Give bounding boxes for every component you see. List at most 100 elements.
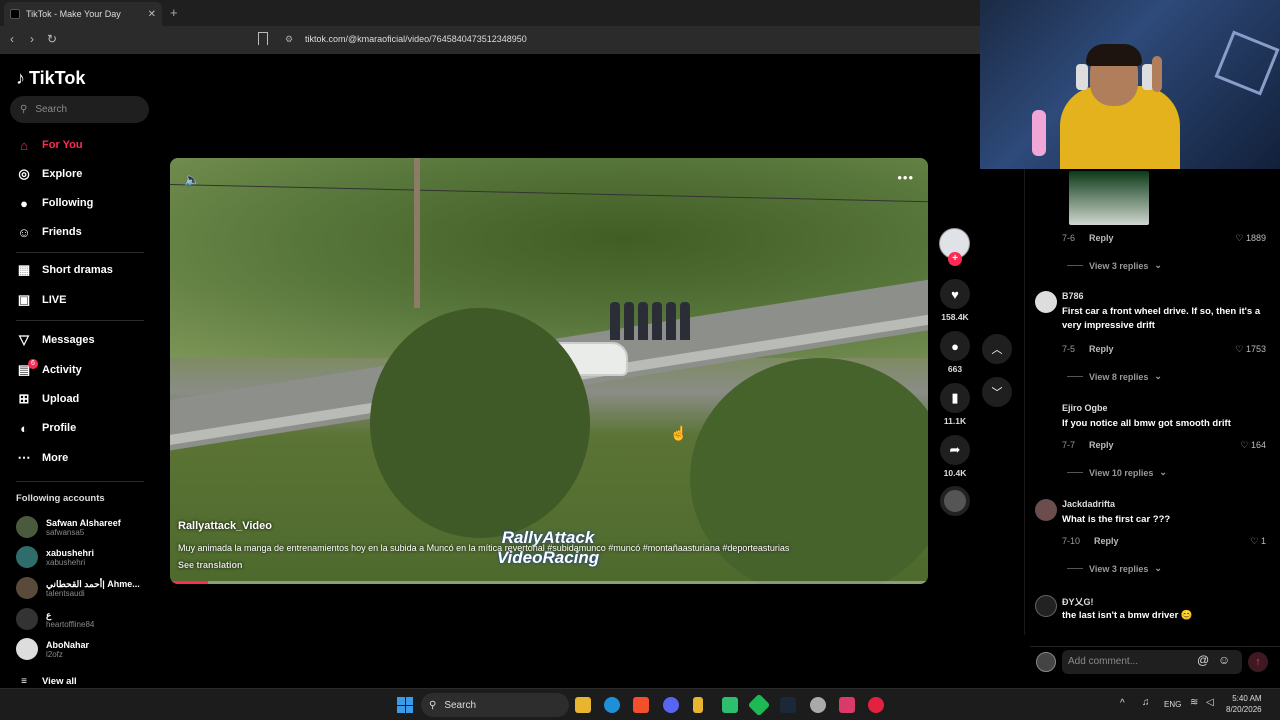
nav-friends[interactable]: ☺ Friends (16, 222, 81, 242)
avatar[interactable] (1035, 291, 1057, 313)
my-avatar (1036, 652, 1056, 672)
more-options-icon[interactable]: ••• (897, 170, 914, 185)
divider (1067, 472, 1083, 473)
nav-following[interactable]: ● Following (16, 193, 93, 213)
emoji-icon[interactable]: ☺ (1218, 653, 1230, 667)
next-video-button[interactable]: ﹀ (982, 377, 1012, 407)
language-indicator[interactable]: ENG (1164, 700, 1181, 709)
like-button[interactable]: ♥ 158.4K (939, 279, 971, 322)
account-item[interactable]: AboNahar l2ofz (16, 638, 89, 660)
save-button[interactable]: ▮ 11.1K (939, 383, 971, 426)
account-item[interactable]: xabushehri xabushehri (16, 546, 94, 568)
file-explorer-icon[interactable] (575, 697, 591, 713)
reply-button[interactable]: Reply (1094, 536, 1119, 546)
comment-like-count: 164 (1250, 440, 1266, 450)
view-replies-button[interactable]: View 10 replies ⌄ (1067, 467, 1167, 478)
avatar[interactable] (1035, 595, 1057, 617)
view-replies-button[interactable]: View 3 replies ⌄ (1067, 260, 1162, 271)
obs-icon[interactable] (810, 697, 826, 713)
back-icon[interactable]: ‹ (4, 32, 20, 46)
forward-icon[interactable]: › (24, 32, 40, 46)
volume-icon[interactable]: 🔈 (184, 172, 200, 188)
app-icon[interactable] (722, 697, 738, 713)
site-info-icon[interactable]: ⚙ (285, 34, 293, 45)
chevron-down-icon: ⌄ (1154, 563, 1162, 573)
nav-upload[interactable]: ⊞ Upload (16, 389, 80, 409)
view-replies-button[interactable]: View 3 replies ⌄ (1067, 563, 1162, 574)
reload-icon[interactable]: ↻ (44, 32, 60, 46)
avatar[interactable] (1035, 403, 1057, 425)
taskbar-search-label: Search (444, 699, 477, 711)
clock[interactable]: 5:40 AM 8/20/2026 (1226, 693, 1262, 715)
new-tab-button[interactable]: + (170, 5, 178, 20)
mention-icon[interactable]: @ (1197, 653, 1209, 667)
comment-button[interactable]: ● 663 (939, 331, 971, 374)
search-icon: ⚲ (20, 104, 28, 115)
wifi-icon[interactable]: ≋ (1190, 697, 1198, 708)
comment-username[interactable]: Ejiro Ogbe (1062, 403, 1108, 413)
video-author[interactable]: Rallyattack_Video (178, 520, 272, 532)
music-disc-icon[interactable] (940, 486, 970, 516)
comment-likes[interactable]: ♡ 1889 (1235, 233, 1266, 244)
tray-chevron-up-icon[interactable]: ^ (1120, 698, 1125, 709)
video-player[interactable]: 🔈 ••• RallyAttack VideoRacing Rallyattac… (170, 158, 928, 584)
volume-icon[interactable]: ◁ (1206, 697, 1214, 708)
app-icon[interactable] (868, 697, 884, 713)
comment-image[interactable] (1069, 171, 1149, 225)
follow-plus-icon[interactable]: + (948, 252, 962, 266)
reply-button[interactable]: Reply (1089, 233, 1114, 243)
account-item[interactable]: أحمد القحطاني| Ahme... talentsaudi (16, 577, 140, 599)
search-input[interactable]: ⚲ Search (10, 96, 149, 123)
send-comment-button[interactable]: ↑ (1248, 652, 1268, 672)
taskbar-search[interactable]: ⚲ Search (421, 693, 569, 717)
reply-button[interactable]: Reply (1089, 440, 1114, 450)
account-item[interactable]: ع heartoffline84 (16, 608, 94, 630)
microphone-icon[interactable]: ♫ (1142, 697, 1150, 708)
reply-button[interactable]: Reply (1089, 344, 1114, 354)
brave-browser-icon[interactable] (633, 697, 649, 713)
view-replies-button[interactable]: View 8 replies ⌄ (1067, 371, 1162, 382)
nav-explore[interactable]: ◎ Explore (16, 164, 82, 184)
comment-username[interactable]: ĐY乂G! (1062, 595, 1094, 608)
comment-likes[interactable]: ♡ 1753 (1235, 344, 1266, 355)
app-icon[interactable] (839, 697, 855, 713)
chevron-down-icon: ⌄ (1154, 260, 1162, 270)
comment-username[interactable]: Jackdadrifta (1062, 499, 1115, 509)
divider (16, 252, 144, 253)
comment-likes[interactable]: ♡ 1 (1250, 536, 1266, 547)
account-item[interactable]: Safwan Alshareef safwansa5 (16, 516, 121, 538)
comment-likes[interactable]: ♡ 164 (1240, 440, 1266, 451)
app-icon[interactable] (747, 693, 771, 717)
address-bar[interactable]: tiktok.com/@kmaraoficial/video/764584047… (305, 34, 527, 44)
video-progress-bar[interactable] (170, 581, 928, 584)
comment-username[interactable]: B786 (1062, 291, 1084, 301)
nav-messages[interactable]: ▽ Messages (16, 330, 95, 350)
app-icon[interactable] (693, 697, 703, 713)
avatar[interactable] (1035, 499, 1057, 521)
steam-icon[interactable] (780, 697, 796, 713)
nav-live[interactable]: ▣ LIVE (16, 290, 67, 310)
nav-profile[interactable]: ◐ Profile (16, 418, 76, 438)
tab-close-icon[interactable]: ✕ (148, 9, 156, 20)
chevron-up-icon: ︿ (991, 344, 1003, 356)
logo-text: TikTok (29, 68, 86, 88)
comment-date: 7-7 (1062, 440, 1076, 450)
upload-icon: ⊞ (18, 391, 30, 406)
edge-browser-icon[interactable] (604, 697, 620, 713)
nav-short-dramas[interactable]: ▦ Short dramas (16, 260, 113, 280)
bookmark-icon[interactable] (258, 32, 268, 45)
tiktok-logo[interactable]: ♪ TikTok (16, 68, 85, 89)
comment-input[interactable]: Add comment... (1062, 650, 1242, 674)
nav-activity[interactable]: ▤ Activity (16, 360, 82, 380)
comment-meta: 7-6 Reply (1062, 233, 1114, 243)
nav-for-you[interactable]: ⌂ For You (16, 135, 82, 155)
tiktok-favicon-icon (10, 9, 20, 19)
browser-tab[interactable]: TikTok - Make Your Day ✕ (4, 2, 162, 26)
windows-start-icon[interactable] (397, 697, 413, 713)
discord-icon[interactable] (663, 697, 679, 713)
previous-video-button[interactable]: ︿ (982, 334, 1012, 364)
nav-more[interactable]: ⋯ More (16, 448, 69, 468)
see-translation-link[interactable]: See translation (178, 560, 243, 570)
share-button[interactable]: ➦ 10.4K (939, 435, 971, 478)
tab-title: TikTok - Make Your Day (26, 9, 121, 19)
